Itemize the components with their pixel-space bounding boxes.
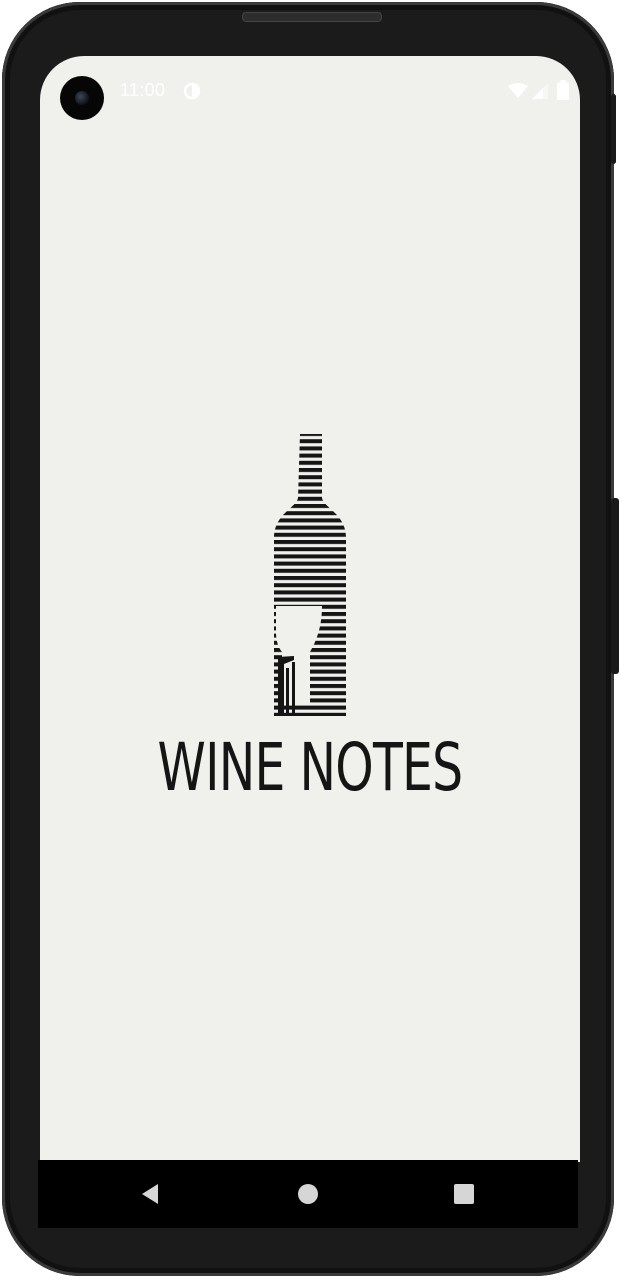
signal-icon	[532, 83, 548, 99]
data-saver-icon	[183, 82, 201, 100]
wine-bottle-logo-icon	[274, 434, 346, 716]
earpiece-speaker	[242, 12, 382, 22]
home-icon[interactable]	[296, 1182, 320, 1206]
status-time: 11:00	[120, 80, 166, 100]
recents-icon[interactable]	[453, 1183, 475, 1205]
wifi-icon	[508, 83, 528, 98]
back-icon[interactable]	[138, 1182, 162, 1206]
power-button[interactable]	[611, 498, 619, 674]
volume-button[interactable]	[611, 94, 616, 164]
navigation-bar	[38, 1160, 578, 1228]
app-title: WINE NOTES	[157, 729, 464, 806]
phone-frame: 11:00 WINE NOTES	[2, 2, 619, 1276]
front-camera	[60, 76, 104, 120]
battery-icon	[557, 80, 569, 100]
status-bar: 11:00	[40, 56, 580, 126]
splash-screen: 11:00 WINE NOTES	[40, 56, 580, 1162]
